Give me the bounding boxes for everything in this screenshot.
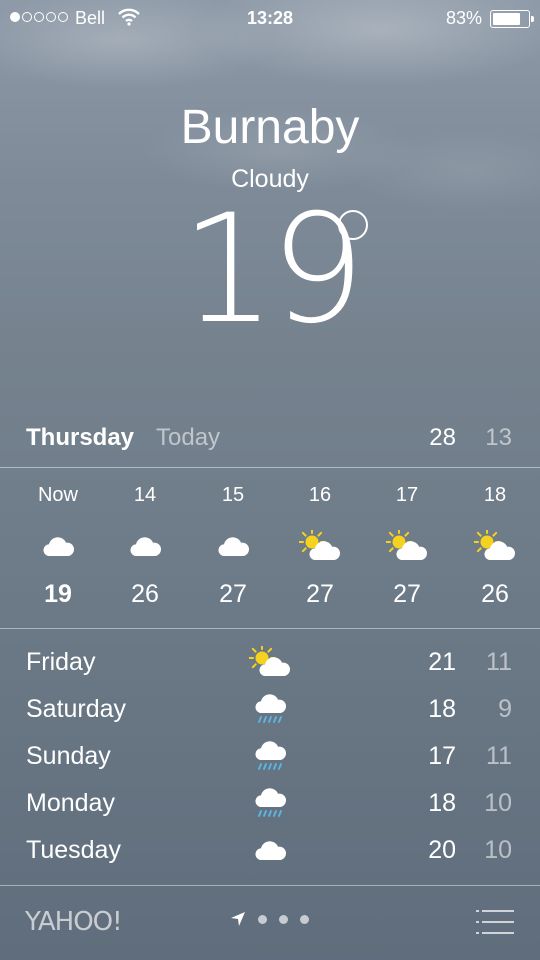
- city-list-icon[interactable]: [476, 909, 514, 935]
- yahoo-logo[interactable]: YAHOO!: [25, 907, 123, 937]
- hourly-forecast[interactable]: Now 19 14 26 15 27 16 27 17 27 18 26: [0, 470, 540, 625]
- hour-label: 14: [133, 484, 157, 506]
- cloud-icon: [240, 830, 300, 870]
- divider: [0, 467, 540, 468]
- hour-label: 18: [483, 484, 507, 506]
- rain-icon: [240, 736, 300, 776]
- degree-symbol-icon: [338, 210, 368, 240]
- divider: [0, 628, 540, 629]
- daily-row: Tuesday 20 10: [0, 828, 540, 875]
- day-high: 17: [428, 742, 456, 770]
- today-label: Today: [156, 424, 221, 451]
- battery-tip: [531, 16, 534, 22]
- rain-icon: [240, 689, 300, 729]
- partly-sunny-icon: [240, 642, 300, 682]
- daily-row: Monday 18 10: [0, 781, 540, 828]
- day-low: 10: [484, 836, 512, 864]
- day-low: 9: [498, 695, 512, 723]
- hourly-item: 14 26: [101, 470, 189, 609]
- daily-row: Sunday 17 11: [0, 734, 540, 781]
- hour-temp: 26: [481, 580, 509, 608]
- day-high: 18: [428, 695, 456, 723]
- partly-sunny-icon: [276, 526, 364, 566]
- current-temperature: 19: [0, 190, 540, 350]
- day-high: 18: [428, 789, 456, 817]
- page-dot: [258, 914, 267, 924]
- day-low: 10: [484, 789, 512, 817]
- partly-sunny-icon: [451, 526, 539, 566]
- bottom-bar: YAHOO!: [0, 885, 540, 960]
- temperature-value: 19: [180, 183, 366, 357]
- day-name: Monday: [26, 789, 115, 817]
- daily-forecast[interactable]: Friday 21 11 Saturday 18 9 Sunday 17 11 …: [0, 640, 540, 875]
- hour-label: 16: [308, 484, 332, 506]
- page-dot: [279, 914, 288, 924]
- day-high: 20: [428, 836, 456, 864]
- hourly-item: 17 27: [363, 470, 451, 609]
- hour-temp: 27: [306, 580, 334, 608]
- hour-label: Now: [37, 484, 78, 506]
- day-low: 11: [486, 648, 512, 676]
- hour-label: 17: [395, 484, 419, 506]
- today-high: 28: [429, 424, 456, 451]
- status-bar: Bell 13:28 83%: [0, 0, 540, 40]
- hour-temp: 19: [44, 580, 72, 608]
- cloud-icon: [14, 526, 102, 566]
- rain-icon: [240, 783, 300, 823]
- today-low: 13: [485, 424, 512, 451]
- location-arrow-icon: [231, 912, 245, 926]
- battery-percent: 83%: [445, 8, 482, 28]
- day-name: Sunday: [26, 742, 111, 770]
- day-name: Saturday: [26, 695, 127, 723]
- hour-temp: 26: [131, 580, 159, 608]
- today-day-name: Thursday: [26, 424, 135, 451]
- daily-row: Friday 21 11: [0, 640, 540, 687]
- day-name: Friday: [26, 648, 96, 676]
- day-name: Tuesday: [26, 836, 121, 864]
- day-low: 11: [486, 742, 512, 770]
- page-dot: [300, 914, 309, 924]
- battery-fill: [493, 13, 520, 25]
- day-high: 21: [428, 648, 456, 676]
- cloud-icon: [189, 526, 277, 566]
- today-summary: Thursday Today 28 13: [0, 420, 540, 456]
- hourly-item: 16 27: [276, 470, 364, 609]
- daily-row: Saturday 18 9: [0, 687, 540, 734]
- hourly-item: Now 19: [14, 470, 102, 609]
- battery-icon: [490, 10, 534, 28]
- hour-temp: 27: [219, 580, 247, 608]
- partly-sunny-icon: [363, 526, 451, 566]
- cloud-icon: [101, 526, 189, 566]
- page-indicator[interactable]: [230, 911, 309, 927]
- hourly-item: 18 26: [451, 470, 539, 609]
- city-name: Burnaby: [180, 101, 360, 154]
- hour-label: 15: [221, 484, 245, 506]
- hour-temp: 27: [393, 580, 421, 608]
- hourly-item: 15 27: [189, 470, 277, 609]
